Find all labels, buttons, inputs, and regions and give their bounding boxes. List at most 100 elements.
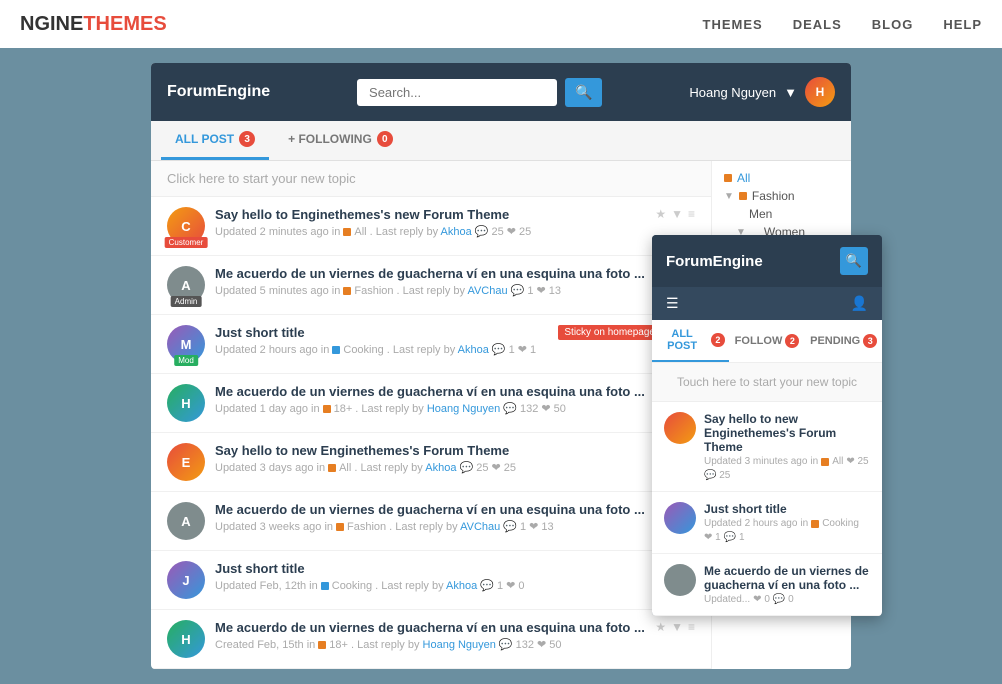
reply-author[interactable]: Akhoa	[458, 344, 489, 356]
top-navigation: NGINETHEMES THEMES DEALS BLOG HELP	[0, 0, 1002, 48]
mobile-title: ForumEngine	[666, 253, 763, 270]
more-icon[interactable]: ≡	[688, 620, 695, 634]
category-label: All	[737, 171, 750, 185]
post-title[interactable]: Me acuerdo de un viernes de guacherna ví…	[215, 502, 645, 517]
tab-following-badge: 0	[377, 131, 393, 147]
reply-author[interactable]: Hoang Nguyen	[423, 639, 496, 651]
dropdown-icon: ▼	[784, 85, 797, 100]
reply-author[interactable]: Akhoa	[441, 226, 472, 238]
sidebar-category[interactable]: Men	[724, 207, 839, 221]
mobile-tab-all-post[interactable]: ALL POST 2	[652, 320, 729, 362]
posts-container: C Customer Say hello to Enginethemes's n…	[151, 197, 711, 669]
category-dot	[724, 174, 732, 182]
bookmark-icon[interactable]: ▼	[671, 620, 683, 634]
post-avatar: C Customer	[167, 207, 205, 245]
sidebar-category[interactable]: ▼ Fashion	[724, 189, 839, 203]
post-title[interactable]: Just short title	[215, 561, 645, 576]
user-badge: Mod	[174, 355, 198, 366]
category-label: Men	[749, 207, 772, 221]
post-meta: Updated 2 hours ago in Cooking . Last re…	[215, 343, 645, 356]
mobile-post-item: Just short title Updated 2 hours ago inC…	[652, 492, 882, 554]
mobile-post-title[interactable]: Me acuerdo de un viernes de guacherna ví…	[704, 564, 870, 592]
mobile-tab-pending-label: PENDING	[810, 335, 860, 347]
post-item: A Me acuerdo de un viernes de guacherna …	[151, 492, 711, 551]
search-input[interactable]	[357, 79, 557, 106]
reply-author[interactable]: Akhoa	[425, 462, 456, 474]
post-title[interactable]: Me acuerdo de un viernes de guacherna ví…	[215, 266, 645, 281]
mobile-post-info: Just short title Updated 2 hours ago inC…	[704, 502, 870, 543]
hamburger-icon[interactable]: ☰	[666, 295, 679, 312]
nav-blog[interactable]: BLOG	[872, 17, 914, 32]
reply-author[interactable]: Akhoa	[446, 580, 477, 592]
mobile-nav: ☰ 👤	[652, 287, 882, 320]
search-button[interactable]: 🔍	[565, 78, 602, 107]
nav-links: THEMES DEALS BLOG HELP	[703, 17, 982, 32]
user-menu[interactable]: Hoang Nguyen ▼ H	[689, 77, 835, 107]
mobile-post-item: Say hello to new Enginethemes's Forum Th…	[652, 402, 882, 492]
mobile-new-topic[interactable]: Touch here to start your new topic	[652, 363, 882, 402]
tab-all-post[interactable]: ALL POST 3	[161, 121, 269, 160]
star-icon[interactable]: ★	[655, 207, 666, 221]
mobile-post-title[interactable]: Just short title	[704, 502, 870, 516]
nav-help[interactable]: HELP	[943, 17, 982, 32]
mobile-tab-follow[interactable]: FOLLOW 2	[729, 320, 806, 362]
mobile-post-meta: Updated 3 minutes ago inAll ❤ 25 💬 25	[704, 456, 870, 481]
category-dot	[739, 192, 747, 200]
bookmark-icon[interactable]: ▼	[671, 207, 683, 221]
post-meta: Updated 3 days ago in All . Last reply b…	[215, 461, 645, 474]
mobile-post-avatar	[664, 412, 696, 444]
mobile-search-button[interactable]: 🔍	[840, 247, 868, 275]
person-icon[interactable]: 👤	[851, 295, 868, 312]
tab-following[interactable]: + FOLLOWING 0	[274, 121, 407, 160]
posts-list: Click here to start your new topic C Cus…	[151, 161, 711, 669]
post-meta: Updated Feb, 12th in Cooking . Last repl…	[215, 579, 645, 592]
post-item: M Mod Just short title Updated 2 hours a…	[151, 315, 711, 374]
post-avatar: E	[167, 443, 205, 481]
post-avatar: M Mod	[167, 325, 205, 363]
more-icon[interactable]: ≡	[688, 207, 695, 221]
post-info: Say hello to new Enginethemes's Forum Th…	[215, 443, 645, 474]
post-title[interactable]: Say hello to new Enginethemes's Forum Th…	[215, 443, 645, 458]
star-icon[interactable]: ★	[655, 620, 666, 634]
mobile-tab-pending[interactable]: PENDING 3	[805, 320, 882, 362]
sidebar-category[interactable]: All	[724, 171, 839, 185]
nav-themes[interactable]: THEMES	[703, 17, 763, 32]
forum-tabs: ALL POST 3 + FOLLOWING 0	[151, 121, 851, 161]
mobile-tab-follow-badge: 2	[785, 334, 799, 348]
new-topic-bar[interactable]: Click here to start your new topic	[151, 161, 711, 197]
mobile-post-info: Say hello to new Enginethemes's Forum Th…	[704, 412, 870, 481]
forum-title: ForumEngine	[167, 83, 270, 101]
post-avatar: A Admin	[167, 266, 205, 304]
post-meta: Updated 3 weeks ago in Fashion . Last re…	[215, 520, 645, 533]
post-title[interactable]: Me acuerdo de un viernes de guacherna ví…	[215, 620, 645, 635]
tab-all-post-label: ALL POST	[175, 132, 234, 146]
user-avatar: H	[805, 77, 835, 107]
reply-author[interactable]: AVChau	[460, 521, 500, 533]
main-wrapper: ForumEngine 🔍 Hoang Nguyen ▼ H ALL POST …	[0, 48, 1002, 684]
mobile-tabs: ALL POST 2 FOLLOW 2 PENDING 3	[652, 320, 882, 363]
mobile-post-avatar	[664, 502, 696, 534]
mobile-post-avatar	[664, 564, 696, 596]
post-meta: Updated 1 day ago in 18+ . Last reply by…	[215, 402, 645, 415]
mobile-posts-container: Say hello to new Enginethemes's Forum Th…	[652, 402, 882, 616]
post-avatar: H	[167, 620, 205, 658]
post-info: Me acuerdo de un viernes de guacherna ví…	[215, 384, 645, 415]
reply-author[interactable]: AVChau	[467, 285, 507, 297]
reply-author[interactable]: Hoang Nguyen	[427, 403, 500, 415]
post-item: C Customer Say hello to Enginethemes's n…	[151, 197, 711, 256]
nav-deals[interactable]: DEALS	[793, 17, 842, 32]
post-title[interactable]: Say hello to Enginethemes's new Forum Th…	[215, 207, 645, 222]
mobile-post-item: Me acuerdo de un viernes de guacherna ví…	[652, 554, 882, 616]
post-info: Just short title Updated Feb, 12th in Co…	[215, 561, 645, 592]
post-meta: Created Feb, 15th in 18+ . Last reply by…	[215, 638, 645, 651]
mobile-post-title[interactable]: Say hello to new Enginethemes's Forum Th…	[704, 412, 870, 454]
mobile-post-meta: Updated 2 hours ago inCooking ❤ 1 💬 1	[704, 518, 870, 543]
post-title[interactable]: Me acuerdo de un viernes de guacherna ví…	[215, 384, 645, 399]
logo-suffix: THEMES	[83, 13, 166, 35]
post-item: A Admin Me acuerdo de un viernes de guac…	[151, 256, 711, 315]
post-info: Say hello to Enginethemes's new Forum Th…	[215, 207, 645, 238]
post-item: J Just short title Updated Feb, 12th in …	[151, 551, 711, 610]
mobile-tab-follow-label: FOLLOW	[735, 335, 783, 347]
post-meta: Updated 2 minutes ago in All . Last repl…	[215, 225, 645, 238]
post-info: Me acuerdo de un viernes de guacherna ví…	[215, 620, 645, 651]
